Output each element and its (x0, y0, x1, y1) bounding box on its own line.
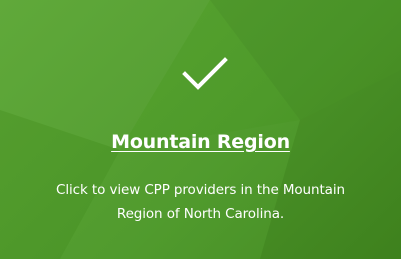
checkmark-icon (182, 57, 228, 90)
mountain-region-card[interactable]: Mountain Region Click to view CPP provid… (0, 0, 401, 259)
region-description: Click to view CPP providers in the Mount… (56, 182, 345, 222)
region-title-link[interactable]: Mountain Region (0, 131, 401, 153)
